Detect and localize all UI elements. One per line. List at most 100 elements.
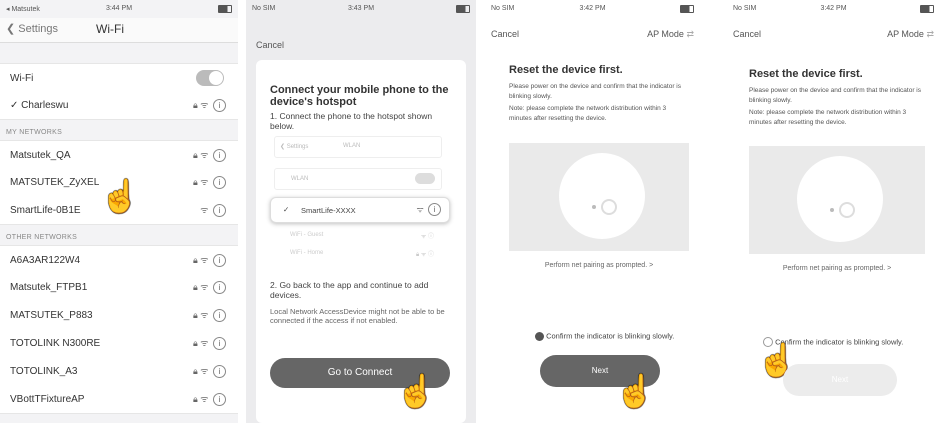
cancel-button[interactable]: Cancel — [256, 40, 284, 50]
step-1-text: 1. Connect the phone to the hotspot show… — [270, 111, 433, 131]
info-icon[interactable]: i — [213, 176, 226, 189]
reset-device-screen: No SIM 3:42 PM Cancel AP Mode ⇄ Reset th… — [485, 0, 700, 423]
status-bar: No SIM 3:42 PM — [491, 5, 694, 15]
info-icon[interactable]: i — [213, 204, 226, 217]
switch-icon: ⇄ — [686, 29, 694, 39]
mock-guest-row: WiFi - Guest ᯤ ⓘ — [290, 232, 434, 240]
info-icon[interactable]: i — [213, 309, 226, 322]
cancel-button[interactable]: Cancel — [733, 29, 761, 39]
lock-icon: 🔒︎ — [192, 394, 198, 404]
info-icon[interactable]: i — [213, 149, 226, 162]
connected-network-name: Charleswu — [21, 100, 69, 111]
wifi-signal-icon: ᯤ — [200, 205, 209, 215]
lock-icon: 🔒︎ — [192, 100, 198, 110]
info-icon[interactable]: i — [213, 254, 226, 267]
page-title: Reset the device first. — [509, 64, 623, 76]
wifi-signal-icon: ᯤ — [200, 282, 209, 292]
device-icon — [797, 156, 883, 242]
switch-icon: ⇄ — [926, 29, 934, 39]
info-icon[interactable]: i — [213, 337, 226, 350]
info-icon[interactable]: i — [213, 393, 226, 406]
ap-mode-button[interactable]: AP Mode ⇄ — [887, 29, 934, 40]
network-name: MATSUTEK_ZyXEL — [10, 177, 100, 188]
device-icon — [559, 153, 645, 239]
network-name: Matsutek_QA — [10, 150, 71, 161]
network-row[interactable]: TOTOLINK N300RE 🔒︎ ᯤ i — [0, 329, 238, 358]
checkmark-icon: ✓ — [283, 205, 290, 214]
power-on-instruction: Please power on the device and confirm t… — [749, 87, 921, 104]
network-row[interactable]: Matsutek_FTPB1 🔒︎ ᯤ i — [0, 273, 238, 302]
battery-icon — [456, 5, 470, 13]
wifi-toggle[interactable] — [196, 70, 224, 86]
status-bar: No SIM 3:42 PM — [733, 5, 934, 15]
status-time: 3:43 PM — [347, 5, 375, 12]
wifi-toggle-row: Wi-Fi — [0, 63, 238, 93]
info-icon[interactable]: i — [213, 281, 226, 294]
reset-button-icon — [601, 199, 617, 215]
instruction-card: Connect your mobile phone to the device'… — [256, 60, 466, 423]
network-name: Matsutek_FTPB1 — [10, 282, 88, 293]
status-time: 3:42 PM — [820, 5, 847, 12]
ap-mode-button[interactable]: AP Mode ⇄ — [647, 29, 694, 40]
battery-icon — [680, 5, 694, 13]
network-row[interactable]: A6A3AR122W4 🔒︎ ᯤ i — [0, 245, 238, 275]
mock-settings-nav: ❮ Settings WLAN — [274, 136, 442, 158]
wifi-settings-screen: ◂ Matsutek 3:44 PM ❮ Settings Wi-Fi Wi-F… — [0, 0, 238, 423]
mock-network-highlight: ✓ SmartLife-XXXX ᯤ i — [270, 197, 450, 223]
cancel-button[interactable]: Cancel — [491, 29, 519, 39]
reset-device-screen: No SIM 3:42 PM Cancel AP Mode ⇄ Reset th… — [727, 0, 940, 423]
pairing-prompt-link[interactable]: Perform net pairing as prompted. > — [509, 262, 689, 269]
indicator-dot — [592, 205, 596, 209]
wifi-signal-icon: ᯤ — [200, 310, 209, 320]
pairing-prompt-link[interactable]: Perform net pairing as prompted. > — [749, 265, 925, 272]
status-bar: No SIM 3:43 PM — [252, 5, 470, 15]
battery-icon — [920, 5, 934, 13]
mock-wlan-row: WLAN — [274, 168, 442, 190]
power-on-instruction: Please power on the device and confirm t… — [509, 83, 681, 100]
mock-network-name: SmartLife-XXXX — [301, 206, 356, 215]
battery-icon — [218, 5, 232, 13]
wifi-signal-icon: ᯤ — [200, 366, 209, 376]
info-icon[interactable]: i — [213, 99, 226, 112]
network-name: MATSUTEK_P883 — [10, 310, 93, 321]
next-button[interactable]: Next — [783, 364, 897, 396]
status-time: 3:44 PM — [105, 5, 133, 12]
network-row[interactable]: TOTOLINK_A3 🔒︎ ᯤ i — [0, 357, 238, 386]
network-row[interactable]: Matsutek_QA 🔒︎ ᯤ i — [0, 140, 238, 170]
network-name: SmartLife-0B1E — [10, 205, 81, 216]
network-name: VBottTFixtureAP — [10, 394, 85, 405]
wifi-signal-icon: ᯤ — [200, 177, 209, 187]
device-illustration — [749, 146, 925, 254]
lock-icon: 🔒︎ — [192, 282, 198, 292]
page-title: Connect your mobile phone to the device'… — [270, 84, 449, 108]
back-button[interactable]: ❮ Settings — [6, 22, 58, 35]
status-bar: ◂ Matsutek 3:44 PM — [6, 5, 232, 15]
network-row[interactable]: MATSUTEK_P883 🔒︎ ᯤ i — [0, 301, 238, 330]
nav-bar: ❮ Settings Wi-Fi — [0, 18, 238, 43]
network-name: TOTOLINK N300RE — [10, 338, 101, 349]
wifi-label: Wi-Fi — [10, 73, 34, 84]
info-icon[interactable]: i — [213, 365, 226, 378]
connected-network-row[interactable]: ✓ Charleswu 🔒︎ ᯤ i — [0, 91, 238, 120]
network-name: TOTOLINK_A3 — [10, 366, 78, 377]
reset-button-icon — [839, 202, 855, 218]
checked-circle-icon — [535, 331, 544, 341]
status-time: 3:42 PM — [579, 5, 606, 12]
mock-toggle — [415, 173, 435, 184]
lock-icon: 🔒︎ — [192, 310, 198, 320]
page-title: Wi-Fi — [96, 22, 124, 36]
chevron-left-icon: ❮ — [6, 23, 16, 35]
lock-icon: 🔒︎ — [192, 338, 198, 348]
confirm-checkbox[interactable]: Confirm the indicator is blinking slowly… — [535, 331, 674, 341]
access-note: Local Network AccessDevice might not be … — [270, 307, 445, 325]
wifi-signal-icon: ᯤ — [200, 255, 209, 265]
pointing-hand-icon: ☝ — [396, 373, 436, 409]
wifi-signal-icon: ᯤ — [200, 100, 209, 110]
network-row[interactable]: VBottTFixtureAP 🔒︎ ᯤ i — [0, 385, 238, 414]
distribution-note: Note: please complete the network distri… — [749, 109, 907, 126]
lock-icon: 🔒︎ — [192, 150, 198, 160]
checkmark-icon: ✓ — [10, 100, 22, 111]
distribution-note: Note: please complete the network distri… — [509, 105, 667, 122]
wifi-signal-icon: ᯤ — [416, 205, 424, 214]
my-networks-header: MY NETWORKS — [6, 129, 63, 136]
